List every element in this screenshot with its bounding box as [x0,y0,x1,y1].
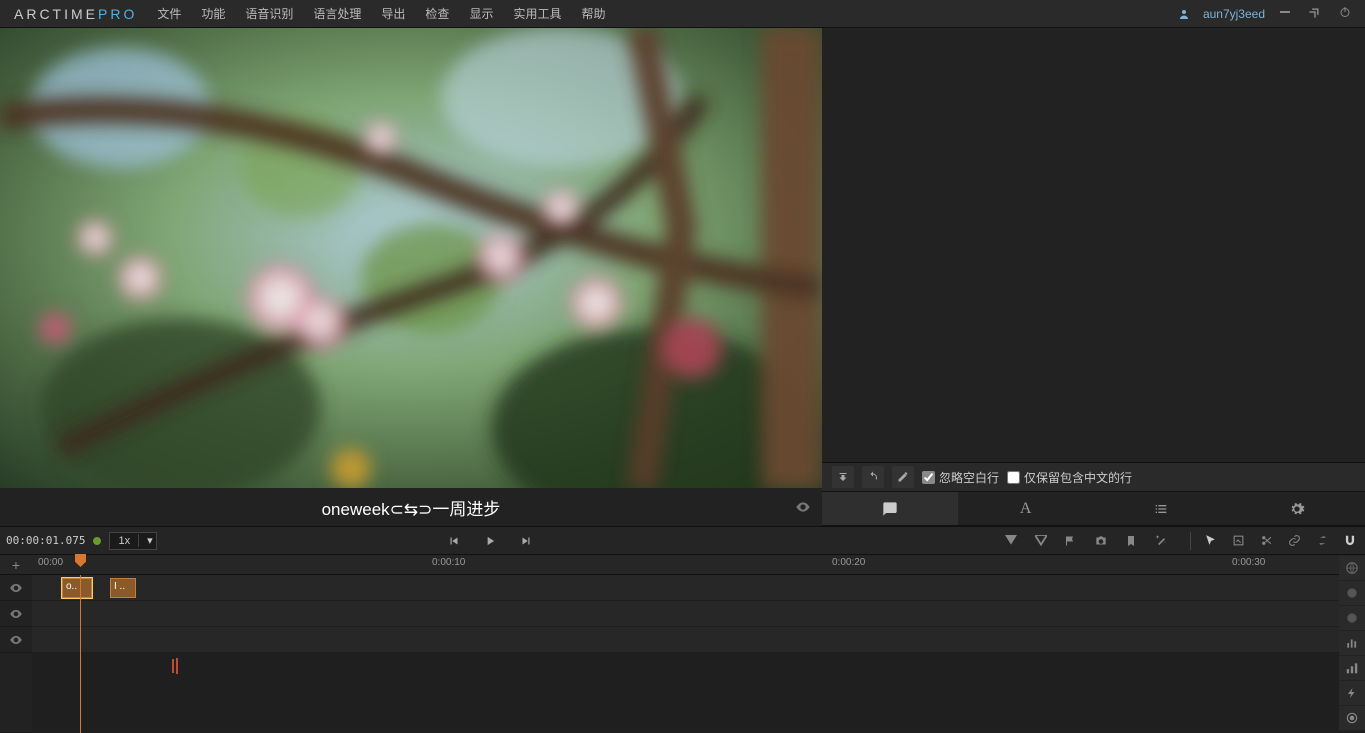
snapshot-button[interactable] [1092,532,1110,550]
video-preview[interactable] [0,28,822,488]
username[interactable]: aun7yj3eed [1203,7,1265,21]
swap-tool[interactable] [1313,532,1331,550]
track-1[interactable]: o.. I .. [32,575,1365,601]
ruler-ticks[interactable]: 00:00 0:00:10 0:00:20 0:00:30 [32,555,1365,574]
magnet-tool[interactable] [1341,532,1359,550]
rt-circle-button[interactable] [1339,581,1365,606]
menu-file[interactable]: 文件 [147,0,191,28]
user-icon[interactable] [1175,5,1193,23]
rt-flash-button[interactable] [1339,681,1365,706]
track1-visibility[interactable] [0,575,32,601]
menu-tools[interactable]: 实用工具 [503,0,571,28]
next-frame-button[interactable] [517,532,535,550]
tick-30: 0:00:30 [1232,557,1265,568]
menu-speech[interactable]: 语音识别 [235,0,303,28]
playhead[interactable] [80,575,81,733]
mark-in-button[interactable] [1002,532,1020,550]
tab-list[interactable] [1094,492,1230,525]
logo-pro: PRO [98,6,137,22]
track-2[interactable] [32,601,1365,627]
timeline: o.. I .. [0,575,1365,733]
tick-0: 00:00 [38,557,63,568]
maximize-button[interactable] [1305,6,1325,21]
preview-column: oneweek⊂⇆⊃一周进步 [0,28,822,526]
track-headers [0,575,32,733]
edit-tool[interactable] [1229,532,1247,550]
menu-export[interactable]: 导出 [371,0,415,28]
track-3[interactable] [32,627,1365,653]
cut-tool[interactable] [1257,532,1275,550]
track4-header [0,653,32,733]
menu-function[interactable]: 功能 [191,0,235,28]
track3-visibility[interactable] [0,627,32,653]
flag-button[interactable] [1062,532,1080,550]
tab-comment[interactable] [822,492,958,525]
subtitle-text: oneweek⊂⇆⊃一周进步 [322,495,501,520]
main-area: oneweek⊂⇆⊃一周进步 忽略空白行 仅保留包含中文的行 A [0,28,1365,526]
add-track-button[interactable]: + [0,557,32,573]
skip-blank-input[interactable] [922,471,935,484]
tab-style[interactable]: A [958,492,1094,525]
menu-check[interactable]: 检查 [415,0,459,28]
skip-blank-label: 忽略空白行 [939,469,999,486]
menu-help[interactable]: 帮助 [571,0,615,28]
pointer-tool[interactable] [1201,532,1219,550]
chinese-only-label: 仅保留包含中文的行 [1024,469,1132,486]
app-logo: ARCTIMEPRO [4,6,147,22]
clip-1[interactable]: o.. [62,578,92,598]
status-dot [93,537,101,545]
chinese-only-checkbox[interactable]: 仅保留包含中文的行 [1007,469,1132,486]
play-button[interactable] [481,532,499,550]
tab-settings[interactable] [1229,492,1365,525]
subtitle-bar: oneweek⊂⇆⊃一周进步 [0,488,822,526]
undo-button[interactable] [862,466,884,488]
rt-chart-button[interactable] [1339,656,1365,681]
import-down-button[interactable] [832,466,854,488]
logo-text: ARCTIME [14,6,98,22]
audio-track[interactable] [32,653,1365,733]
right-panel-content [822,28,1365,462]
mark-out-button[interactable] [1032,532,1050,550]
speed-selector[interactable]: 1x ▾ [109,532,157,550]
speed-value: 1x [110,535,138,547]
right-panel: 忽略空白行 仅保留包含中文的行 A [822,28,1365,526]
main-menu: 文件 功能 语音识别 语言处理 导出 检查 显示 实用工具 帮助 [147,0,615,28]
right-tool-strip [1339,556,1365,731]
user-area: aun7yj3eed [1169,5,1361,23]
track2-visibility[interactable] [0,601,32,627]
skip-blank-checkbox[interactable]: 忽略空白行 [922,469,999,486]
chinese-only-input[interactable] [1007,471,1020,484]
right-tabbar: A [822,492,1365,526]
right-toolbar: 忽略空白行 仅保留包含中文的行 [822,462,1365,492]
rt-target-button[interactable] [1339,706,1365,731]
rt-levels-button[interactable] [1339,631,1365,656]
bookmark-button[interactable] [1122,532,1140,550]
wand-button[interactable] [1152,532,1170,550]
speed-dropdown-icon[interactable]: ▾ [138,534,156,547]
tracks-area[interactable]: o.. I .. [32,575,1365,733]
tick-20: 0:00:20 [832,557,865,568]
edit-button[interactable] [892,466,914,488]
timeline-ruler[interactable]: + 00:00 0:00:10 0:00:20 0:00:30 [0,554,1365,575]
rt-globe-button[interactable] [1339,556,1365,581]
power-button[interactable] [1335,6,1355,21]
tick-10: 0:00:10 [432,557,465,568]
link-tool[interactable] [1285,532,1303,550]
clip-2[interactable]: I .. [110,578,136,598]
menubar: ARCTIMEPRO 文件 功能 语音识别 语言处理 导出 检查 显示 实用工具… [0,0,1365,28]
prev-frame-button[interactable] [445,532,463,550]
menu-display[interactable]: 显示 [459,0,503,28]
audio-marker [172,658,179,674]
timecode: 00:00:01.075 [6,534,85,547]
subtitle-visibility-icon[interactable] [794,498,812,516]
transport-bar: 00:00:01.075 1x ▾ [0,526,1365,554]
minimize-button[interactable] [1275,6,1295,21]
menu-language[interactable]: 语言处理 [303,0,371,28]
rt-circle2-button[interactable] [1339,606,1365,631]
